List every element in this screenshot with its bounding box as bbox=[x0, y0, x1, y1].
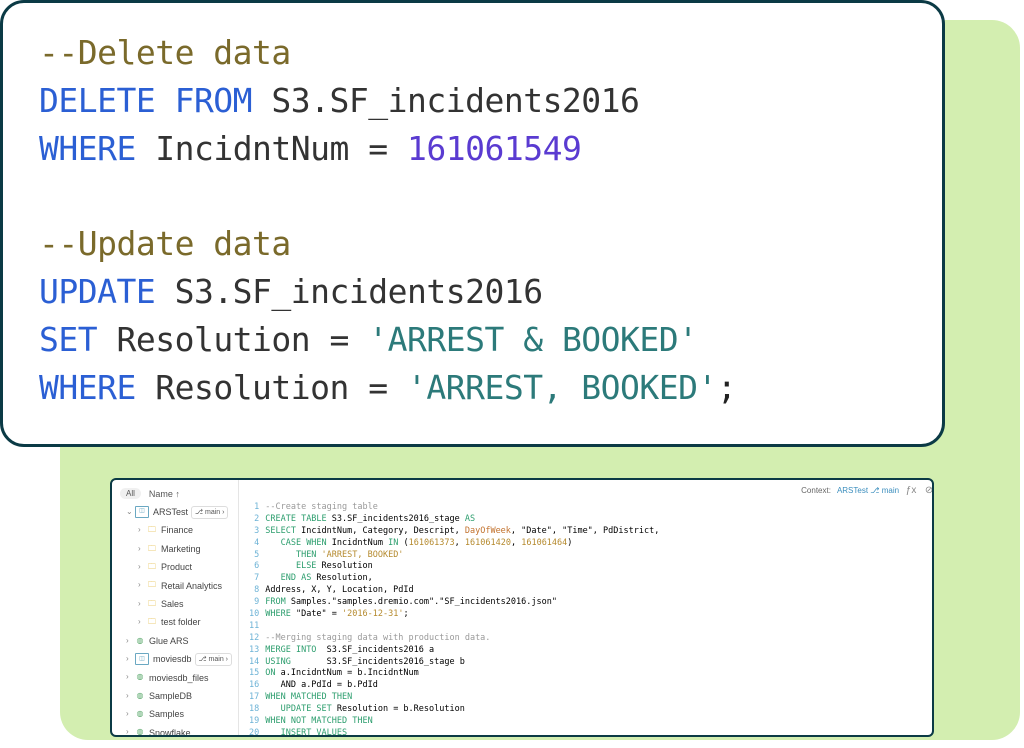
tree-label: SampleDB bbox=[149, 689, 192, 703]
code-identifier: IncidntNum = bbox=[155, 129, 407, 168]
code-keyword: SET bbox=[39, 320, 116, 359]
tree-label: Retail Analytics bbox=[161, 579, 222, 593]
chevron-right-icon: › bbox=[138, 561, 144, 574]
tree-item[interactable]: ›🗀 Retail Analytics bbox=[112, 577, 238, 595]
tree-item[interactable]: ›◫ moviesdb⎇ main › bbox=[112, 650, 238, 668]
chevron-right-icon: › bbox=[138, 579, 144, 592]
code-number: 161061549 bbox=[407, 129, 581, 168]
code-identifier: Resolution = bbox=[155, 368, 407, 407]
sql-snippet-card: --Delete data DELETE FROM S3.SF_incident… bbox=[0, 0, 945, 447]
chevron-right-icon: › bbox=[138, 616, 144, 629]
tree-label: Snowflake bbox=[149, 726, 191, 737]
tree-item[interactable]: ›◍ Samples bbox=[112, 705, 238, 723]
chevron-right-icon: › bbox=[126, 653, 132, 666]
sidebar-header: All Name ↑ bbox=[112, 486, 238, 503]
folder-icon: 🗀 bbox=[147, 544, 157, 554]
space-icon: ◫ bbox=[135, 653, 149, 665]
code-keyword: UPDATE bbox=[39, 272, 175, 311]
tree-label: Finance bbox=[161, 523, 193, 537]
branch-badge[interactable]: ⎇ main › bbox=[191, 506, 228, 519]
code-comment: --Delete data bbox=[39, 33, 291, 72]
chevron-right-icon: › bbox=[138, 598, 144, 611]
tree-item[interactable]: ›🗀 Product bbox=[112, 558, 238, 576]
toggle-icon[interactable]: ⊘ bbox=[923, 484, 934, 496]
chevron-right-icon: › bbox=[138, 543, 144, 556]
code-identifier: Resolution = bbox=[116, 320, 368, 359]
chevron-right-icon: › bbox=[126, 708, 132, 721]
editor-main: Context: ARSTest ⎇ main ƒx ⊘ ▣ ☰ ⚙ 12345… bbox=[239, 480, 934, 735]
filter-all-pill[interactable]: All bbox=[120, 488, 141, 499]
code-identifier: S3.SF_incidents2016 bbox=[271, 81, 639, 120]
tree-label: moviesdb_files bbox=[149, 671, 209, 685]
code-lines: --Create staging table CREATE TABLE S3.S… bbox=[265, 502, 934, 737]
name-column-header[interactable]: Name ↑ bbox=[149, 489, 180, 499]
editor-toolbar: Context: ARSTest ⎇ main ƒx ⊘ ▣ ☰ ⚙ bbox=[239, 480, 934, 500]
space-icon: ◫ bbox=[135, 506, 149, 518]
context-picker[interactable]: ARSTest ⎇ main bbox=[837, 486, 899, 495]
tree-label: test folder bbox=[161, 615, 201, 629]
code-string: 'ARREST & BOOKED' bbox=[368, 320, 697, 359]
code-string: 'ARREST, BOOKED' bbox=[407, 368, 717, 407]
chevron-right-icon: › bbox=[126, 690, 132, 703]
chevron-down-icon: ⌄ bbox=[126, 506, 132, 519]
line-gutter: 123456789101112131415161718192021 bbox=[239, 502, 265, 737]
tree-item[interactable]: ›◍ Glue ARS bbox=[112, 632, 238, 650]
tree-item[interactable]: ›◍ SampleDB bbox=[112, 687, 238, 705]
source-icon: ◍ bbox=[135, 728, 145, 737]
source-icon: ◍ bbox=[135, 636, 145, 646]
chevron-right-icon: › bbox=[138, 524, 144, 537]
tree-label: moviesdb bbox=[153, 652, 192, 666]
code-identifier: S3.SF_incidents2016 bbox=[175, 272, 543, 311]
tree-item[interactable]: ›🗀 Finance bbox=[112, 521, 238, 539]
code-keyword: WHERE bbox=[39, 368, 155, 407]
code-editor[interactable]: 123456789101112131415161718192021 --Crea… bbox=[239, 500, 934, 737]
tree-label: Marketing bbox=[161, 542, 201, 556]
tree-item[interactable]: ›◍ Snowflake bbox=[112, 724, 238, 737]
source-icon: ◍ bbox=[135, 673, 145, 683]
chevron-right-icon: › bbox=[126, 635, 132, 648]
tree-label: Glue ARS bbox=[149, 634, 189, 648]
tree-label: Sales bbox=[161, 597, 184, 611]
context-label: Context: bbox=[801, 486, 831, 495]
tree-item[interactable]: ›◍ moviesdb_files bbox=[112, 669, 238, 687]
function-icon[interactable]: ƒx bbox=[905, 484, 917, 496]
tree-item[interactable]: ›🗀 Sales bbox=[112, 595, 238, 613]
tree-item[interactable]: ›🗀 Marketing bbox=[112, 540, 238, 558]
chevron-right-icon: › bbox=[126, 726, 132, 737]
tree-label: Samples bbox=[149, 707, 184, 721]
folder-icon: 🗀 bbox=[147, 562, 157, 572]
tree-root[interactable]: ⌄ ◫ ARSTest ⎇ main › bbox=[112, 503, 238, 521]
code-keyword: WHERE bbox=[39, 129, 155, 168]
branch-badge[interactable]: ⎇ main › bbox=[195, 653, 232, 666]
folder-icon: 🗀 bbox=[147, 581, 157, 591]
tree-label: ARSTest bbox=[153, 505, 188, 519]
code-comment: --Update data bbox=[39, 224, 291, 263]
code-keyword: DELETE FROM bbox=[39, 81, 271, 120]
source-icon: ◍ bbox=[135, 691, 145, 701]
source-icon: ◍ bbox=[135, 709, 145, 719]
folder-icon: 🗀 bbox=[147, 618, 157, 628]
folder-icon: 🗀 bbox=[147, 526, 157, 536]
folder-icon: 🗀 bbox=[147, 599, 157, 609]
sql-editor-panel: All Name ↑ ⌄ ◫ ARSTest ⎇ main › ›🗀Financ… bbox=[110, 478, 934, 737]
chevron-right-icon: › bbox=[126, 671, 132, 684]
datasource-tree: All Name ↑ ⌄ ◫ ARSTest ⎇ main › ›🗀Financ… bbox=[112, 480, 239, 735]
tree-item[interactable]: ›🗀 test folder bbox=[112, 613, 238, 631]
tree-label: Product bbox=[161, 560, 192, 574]
code-punct: ; bbox=[717, 368, 736, 407]
